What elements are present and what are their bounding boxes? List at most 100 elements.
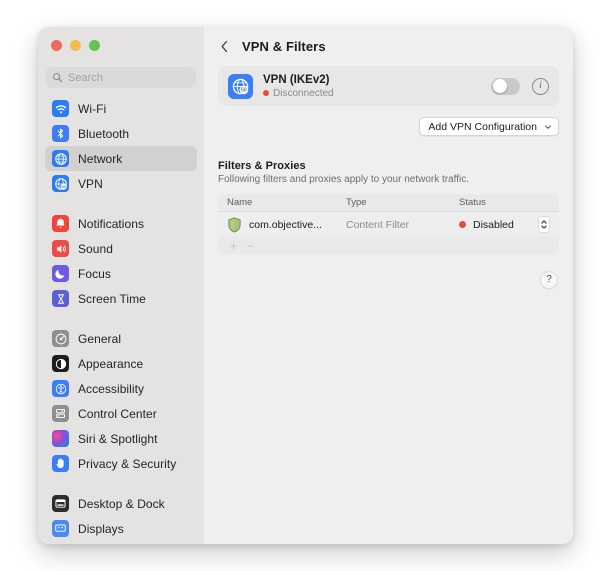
content-toolbar: VPN & Filters [204,27,573,66]
stepper-updown-icon[interactable] [538,216,550,233]
sidebar-item-label: Notifications [78,216,145,231]
sidebar-item-accessibility[interactable]: Accessibility [45,376,197,401]
search-input[interactable] [68,71,190,84]
back-button[interactable] [213,36,235,58]
table-header-row: Name Type Status [218,194,559,212]
sidebar-item-label: VPN [78,176,103,191]
sidebar: Wi-Fi Bluetooth [38,27,204,544]
column-header-status: Status [459,197,486,208]
vpn-globe-icon: 50 [52,175,69,192]
sidebar-item-label: Wi-Fi [78,101,107,116]
section-title: Filters & Proxies [218,160,306,172]
section-subtitle: Following filters and proxies apply to y… [218,174,470,185]
vpn-globe-icon: 50 [228,73,253,99]
add-vpn-configuration-button[interactable]: Add VPN Configuration [419,117,559,136]
desktop-dock-icon [52,495,69,512]
sidebar-item-wi-fi[interactable]: Wi-Fi [45,96,197,121]
sidebar-item-screen-time[interactable]: Screen Time [45,286,197,311]
nav-group-network: Wi-Fi Bluetooth Network 50 VPN [38,96,204,196]
sidebar-item-vpn[interactable]: 50 VPN [45,171,197,196]
minimize-button[interactable] [70,40,81,51]
help-button[interactable]: ? [540,271,558,289]
sidebar-item-label: Network [78,151,123,166]
toggle-knob [492,79,507,93]
filters-table: Name Type Status com.objective... Conten… [218,194,559,254]
svg-text:50: 50 [241,87,247,93]
sidebar-item-label: Desktop & Dock [78,496,165,511]
vpn-text-block: VPN (IKEv2) Disconnected [263,73,491,100]
remove-filter-button[interactable]: − [243,239,258,253]
hand-icon [52,455,69,472]
vpn-status-label: Disconnected [273,87,334,99]
sidebar-item-desktop-dock[interactable]: Desktop & Dock [45,491,197,516]
accessibility-icon [52,380,69,397]
nav-group-alerts: Notifications Sound Focus Screen Time [38,211,204,311]
sidebar-item-bluetooth[interactable]: Bluetooth [45,121,197,146]
moon-icon [52,265,69,282]
sidebar-item-label: Accessibility [78,381,144,396]
sidebar-item-label: Appearance [78,356,144,371]
vpn-configuration-row[interactable]: 50 VPN (IKEv2) Disconnected i [218,66,559,106]
cell-status: Disabled [459,219,538,231]
settings-nav-list: Wi-Fi Bluetooth Network 50 VPN Notificat… [38,96,204,544]
sidebar-item-label: Siri & Spotlight [78,431,158,446]
screenshot-root: Wi-Fi Bluetooth [0,0,610,571]
cell-name: com.objective... [227,216,346,233]
table-row[interactable]: com.objective... Content Filter Disabled [218,212,559,237]
status-dot-icon [263,90,269,96]
displays-icon [52,520,69,537]
add-vpn-row: Add VPN Configuration [218,117,559,136]
column-header-type: Type [346,197,367,208]
info-icon[interactable]: i [532,77,549,95]
bell-icon [52,215,69,232]
svg-text:50: 50 [61,184,65,188]
sidebar-item-network[interactable]: Network [45,146,197,171]
shield-icon [228,216,241,233]
add-vpn-configuration-label: Add VPN Configuration [428,120,537,133]
filter-status: Disabled [473,218,514,231]
sidebar-item-appearance[interactable]: Appearance [45,351,197,376]
bluetooth-icon [52,125,69,142]
nav-group-system: General Appearance Accessibility Control… [38,326,204,476]
wifi-icon [52,100,69,117]
vpn-name: VPN (IKEv2) [263,73,330,86]
siri-icon [52,430,69,447]
close-button[interactable] [51,40,62,51]
status-dot-icon [459,221,466,228]
page-title: VPN & Filters [242,39,326,54]
search-icon [52,72,63,83]
traffic-light-buttons [51,40,100,51]
sidebar-item-privacy-security[interactable]: Privacy & Security [45,451,197,476]
sidebar-item-siri-spotlight[interactable]: Siri & Spotlight [45,426,197,451]
sidebar-item-displays[interactable]: Displays [45,516,197,541]
nav-group-desktop: Desktop & Dock Displays [38,491,204,541]
help-row: ? [218,271,559,289]
globe-icon [52,150,69,167]
vpn-toggle[interactable] [491,77,520,95]
nav-divider [38,196,204,211]
sidebar-item-sound[interactable]: Sound [45,236,197,261]
table-footer: + − [218,237,559,254]
system-settings-window: Wi-Fi Bluetooth [38,27,573,544]
chevron-down-icon [545,124,551,129]
zoom-button[interactable] [89,40,100,51]
pane-body: 50 VPN (IKEv2) Disconnected i Add VPN Co… [204,66,573,289]
nav-divider [38,311,204,326]
filters-proxies-header: Filters & Proxies Following filters and … [218,160,559,185]
sidebar-item-label: Displays [78,521,124,536]
column-header-name: Name [227,197,253,208]
sidebar-item-label: Privacy & Security [78,456,177,471]
filter-type: Content Filter [346,218,410,231]
search-field[interactable] [46,67,196,88]
content-pane: VPN & Filters 50 VPN (IKEv2) Disconnecte… [204,27,573,544]
sidebar-item-label: Focus [78,266,111,281]
sidebar-item-focus[interactable]: Focus [45,261,197,286]
sidebar-item-general[interactable]: General [45,326,197,351]
control-center-icon [52,405,69,422]
filter-name: com.objective... [249,218,322,231]
add-filter-button[interactable]: + [226,239,241,253]
sidebar-item-label: Screen Time [78,291,146,306]
sidebar-item-notifications[interactable]: Notifications [45,211,197,236]
vpn-status: Disconnected [263,87,491,100]
sidebar-item-control-center[interactable]: Control Center [45,401,197,426]
